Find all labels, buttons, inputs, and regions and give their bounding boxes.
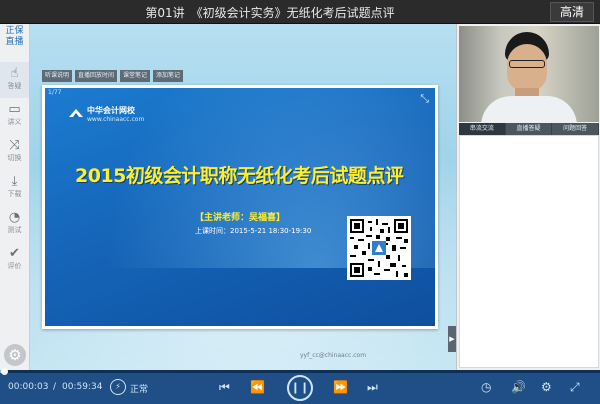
tab-chat[interactable]: 串流交流	[459, 123, 506, 135]
fullscreen-corner-icon[interactable]: ⤡	[420, 92, 429, 106]
check-icon: ✔	[9, 246, 20, 261]
clock-icon[interactable]: ◷	[481, 379, 491, 395]
tool-rate-label: 评价	[7, 262, 22, 270]
teacher-video	[459, 26, 599, 122]
title-bar: 第01讲 《初级会计实务》无纸化考后试题点评 高清	[0, 0, 600, 24]
settings-icon[interactable]: ⚙	[541, 379, 552, 395]
download-icon: ⤓	[11, 174, 18, 189]
logo-name: 中华会计网校	[87, 106, 135, 115]
tool-download[interactable]: ⤓ 下载	[0, 170, 29, 206]
speed-icon[interactable]: ⚡	[110, 379, 126, 395]
qr-code-image	[350, 219, 408, 277]
window-title: 第01讲 《初级会计实务》无纸化考后试题点评	[145, 6, 395, 20]
pause-icon[interactable]: ❙❙	[287, 375, 313, 401]
volume-icon[interactable]: 🔊	[511, 379, 526, 395]
left-toolbar: 正保 直播 ☝ 答疑 ▭ 讲义 ⤨ 切换 ⤓ 下载 ◔ 测试 ✔ 评价 ⚙	[0, 24, 30, 370]
tab-live-qa[interactable]: 直播答疑	[505, 123, 553, 135]
skip-back-icon[interactable]: ⏮	[219, 379, 230, 395]
tab-instructions[interactable]: 听课说明	[42, 70, 73, 82]
tool-switch-label: 切换	[7, 154, 22, 162]
content-tabs: 听课说明 直播回放时间 课堂笔记 添加笔记	[42, 70, 184, 82]
tool-handout-label: 讲义	[7, 118, 22, 126]
skip-forward-icon[interactable]: ⏭	[367, 379, 378, 395]
right-panel: 串流交流 直播答疑 问题回答	[456, 24, 600, 370]
gear-icon[interactable]: ⚙	[4, 344, 26, 366]
tool-rate[interactable]: ✔ 评价	[0, 242, 29, 278]
tool-download-label: 下载	[7, 190, 22, 198]
player-controls: 00:00:03 / 00:59:34 ⚡ 正常 ⏮ ⏪ ❙❙ ⏩ ⏭ ◷ 🔊 …	[0, 368, 600, 404]
rewind-icon[interactable]: ⏪	[250, 379, 265, 395]
fullscreen-icon[interactable]: ⤢	[570, 379, 580, 395]
logo-url: www.chinaacc.com	[87, 116, 145, 123]
tool-qa[interactable]: ☝ 答疑	[0, 62, 29, 98]
brand-logo: 中华会计网校 www.chinaacc.com	[69, 106, 144, 124]
tab-class-notes[interactable]: 课堂笔记	[120, 70, 151, 82]
tab-replay-time[interactable]: 直播回放时间	[75, 70, 118, 82]
panel-collapse-handle[interactable]: ▶	[448, 326, 456, 352]
slide-frame: 1/77 ⤡ 中华会计网校 www.chinaacc.com 2015初级会计职…	[42, 85, 438, 329]
qr-code	[347, 216, 411, 280]
time-separator: /	[53, 382, 57, 392]
slide-page-indicator: 1/77	[48, 89, 62, 96]
shuffle-icon: ⤨	[9, 138, 20, 153]
logo-text: 中华会计网校 www.chinaacc.com	[87, 106, 144, 124]
screen-icon: ▭	[8, 102, 21, 117]
slide-teacher: 【主讲老师：吴福喜】	[195, 213, 286, 223]
panel-content	[459, 135, 599, 368]
video-person-glasses	[509, 60, 545, 68]
current-time: 00:00:03	[8, 382, 49, 392]
live-label-line-2: 直播	[5, 37, 24, 47]
video-person-shirt	[481, 96, 577, 122]
tool-test[interactable]: ◔ 测试	[0, 206, 29, 242]
tool-handout[interactable]: ▭ 讲义	[0, 98, 29, 134]
headset-icon: ◔	[8, 210, 21, 225]
slide-stage: 听课说明 直播回放时间 课堂笔记 添加笔记 1/77 ⤡ 中华会计网校 www.…	[30, 24, 456, 370]
slide-title: 2015初级会计职称无纸化考后试题点评	[75, 165, 404, 187]
live-label-line-1: 正保	[5, 26, 24, 36]
tab-answers[interactable]: 问题回答	[552, 123, 600, 135]
tab-add-note[interactable]: 添加笔记	[153, 70, 184, 82]
tool-test-label: 测试	[7, 226, 22, 234]
slide-content: 1/77 ⤡ 中华会计网校 www.chinaacc.com 2015初级会计职…	[45, 88, 435, 326]
speed-label[interactable]: 正常	[130, 382, 148, 395]
fast-forward-icon[interactable]: ⏩	[333, 379, 348, 395]
pointer-icon: ☝	[10, 66, 19, 81]
video-person-face	[507, 44, 547, 92]
watermark-text: yyf_cc@chinaacc.com	[300, 352, 367, 359]
progress-knob[interactable]	[1, 368, 8, 375]
panel-tabs: 串流交流 直播答疑 问题回答	[459, 123, 600, 135]
total-time: 00:59:34	[62, 382, 103, 392]
logo-mark-icon	[69, 109, 83, 117]
live-label: 正保 直播	[0, 24, 29, 62]
slide-class-time: 上课时间：2015-5-21 18:30-19:30	[195, 227, 312, 235]
tool-switch[interactable]: ⤨ 切换	[0, 134, 29, 170]
progress-bar[interactable]	[0, 368, 600, 375]
tool-qa-label: 答疑	[7, 82, 22, 90]
quality-button[interactable]: 高清	[550, 2, 594, 22]
app-window: 第01讲 《初级会计实务》无纸化考后试题点评 高清 正保 直播 ☝ 答疑 ▭ 讲…	[0, 0, 600, 404]
